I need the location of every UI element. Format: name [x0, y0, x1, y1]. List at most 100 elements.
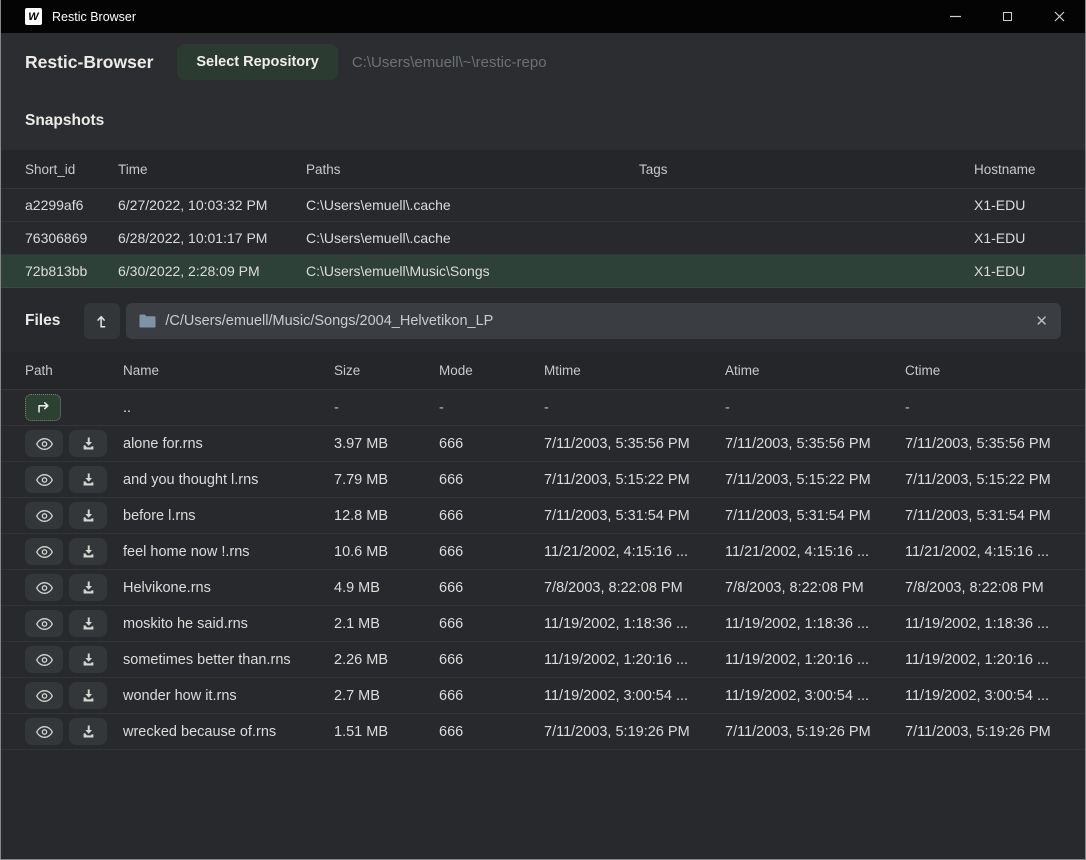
maximize-icon	[1003, 12, 1012, 21]
maximize-button[interactable]	[981, 0, 1033, 33]
files-toolbar: Files /C/Users/emuell/Music/Songs/2004_H…	[1, 302, 1085, 340]
snapshot-row[interactable]: a2299af66/27/2022, 10:03:32 PMC:\Users\e…	[1, 189, 1085, 222]
file-mtime: 11/21/2002, 4:15:16 ...	[544, 544, 725, 560]
close-button[interactable]	[1033, 0, 1085, 33]
clear-path-icon[interactable]: ✕	[1035, 314, 1048, 329]
download-icon	[81, 724, 96, 739]
page-title: Restic-Browser	[25, 52, 153, 73]
snapshot-paths: C:\Users\emuell\Music\Songs	[306, 263, 639, 279]
snapshot-time: 6/30/2022, 2:28:09 PM	[118, 263, 306, 279]
file-name: Helvikone.rns	[123, 580, 334, 596]
snapshot-time: 6/28/2022, 10:01:17 PM	[118, 230, 306, 246]
current-path-value: /C/Users/emuell/Music/Songs/2004_Helveti…	[165, 313, 493, 329]
eye-icon	[36, 545, 53, 559]
preview-button[interactable]	[25, 502, 63, 529]
snapshot-short-id: 72b813bb	[25, 263, 118, 279]
file-atime: 7/11/2003, 5:31:54 PM	[725, 508, 905, 524]
file-row[interactable]: feel home now !.rns 10.6 MB 666 11/21/20…	[1, 534, 1085, 570]
snapshot-short-id: a2299af6	[25, 197, 118, 213]
titlebar: W Restic Browser	[1, 0, 1085, 33]
file-mode: 666	[439, 544, 544, 560]
preview-button[interactable]	[25, 466, 63, 493]
files-title: Files	[25, 312, 60, 330]
file-row[interactable]: sometimes better than.rns 2.26 MB 666 11…	[1, 642, 1085, 678]
preview-button[interactable]	[25, 538, 63, 565]
restore-button[interactable]	[69, 682, 107, 709]
file-name: and you thought l.rns	[123, 472, 334, 488]
column-name: Name	[123, 363, 334, 378]
file-mtime: 11/19/2002, 1:18:36 ...	[544, 616, 725, 632]
file-mode: -	[439, 400, 544, 416]
repository-path[interactable]: C:\Users\emuell\~\restic-repo	[352, 54, 547, 71]
eye-icon	[36, 617, 53, 631]
preview-button[interactable]	[25, 718, 63, 745]
folder-icon	[139, 314, 156, 328]
file-name: sometimes better than.rns	[123, 652, 334, 668]
file-mode: 666	[439, 616, 544, 632]
restore-button[interactable]	[69, 610, 107, 637]
restore-button[interactable]	[69, 718, 107, 745]
file-size: 2.26 MB	[334, 652, 439, 668]
preview-button[interactable]	[25, 574, 63, 601]
file-name: wonder how it.rns	[123, 688, 334, 704]
app-header: Restic-Browser Select Repository C:\User…	[1, 33, 1085, 91]
download-icon	[81, 436, 96, 451]
restore-button[interactable]	[69, 538, 107, 565]
parent-directory-row[interactable]: .. - - - - -	[1, 390, 1085, 426]
download-icon	[81, 580, 96, 595]
column-path: Path	[25, 363, 123, 378]
file-row[interactable]: Helvikone.rns 4.9 MB 666 7/8/2003, 8:22:…	[1, 570, 1085, 606]
file-row[interactable]: wrecked because of.rns 1.51 MB 666 7/11/…	[1, 714, 1085, 750]
go-to-root-button[interactable]	[84, 303, 120, 339]
restore-button[interactable]	[69, 502, 107, 529]
minimize-button[interactable]	[929, 0, 981, 33]
restore-button[interactable]	[69, 466, 107, 493]
file-atime: -	[725, 400, 905, 416]
snapshot-row[interactable]: 763068696/28/2022, 10:01:17 PMC:\Users\e…	[1, 222, 1085, 255]
snapshot-hostname: X1-EDU	[974, 230, 1061, 246]
snapshot-hostname: X1-EDU	[974, 263, 1061, 279]
wails-logo-icon: W	[25, 8, 42, 25]
snapshot-time: 6/27/2022, 10:03:32 PM	[118, 197, 306, 213]
preview-button[interactable]	[25, 430, 63, 457]
file-ctime: 11/19/2002, 3:00:54 ...	[905, 688, 1061, 704]
snapshot-paths: C:\Users\emuell\.cache	[306, 197, 639, 213]
parent-dir-arrow-icon	[35, 400, 51, 415]
file-size: 10.6 MB	[334, 544, 439, 560]
file-ctime: 11/21/2002, 4:15:16 ...	[905, 544, 1061, 560]
preview-button[interactable]	[25, 610, 63, 637]
restore-button[interactable]	[69, 646, 107, 673]
column-time: Time	[118, 162, 306, 177]
file-row[interactable]: alone for.rns 3.97 MB 666 7/11/2003, 5:3…	[1, 426, 1085, 462]
file-size: 7.79 MB	[334, 472, 439, 488]
go-parent-button[interactable]	[25, 394, 61, 421]
column-tags: Tags	[639, 162, 974, 177]
minimize-icon	[950, 11, 961, 22]
restore-button[interactable]	[69, 430, 107, 457]
file-row[interactable]: and you thought l.rns 7.79 MB 666 7/11/2…	[1, 462, 1085, 498]
file-name: feel home now !.rns	[123, 544, 334, 560]
preview-button[interactable]	[25, 682, 63, 709]
file-ctime: 11/19/2002, 1:18:36 ...	[905, 616, 1061, 632]
current-path-bar[interactable]: /C/Users/emuell/Music/Songs/2004_Helveti…	[126, 303, 1061, 339]
snapshot-short-id: 76306869	[25, 230, 118, 246]
preview-button[interactable]	[25, 646, 63, 673]
select-repository-button[interactable]: Select Repository	[177, 44, 338, 81]
file-mtime: 7/11/2003, 5:19:26 PM	[544, 724, 725, 740]
file-mtime: 7/11/2003, 5:35:56 PM	[544, 436, 725, 452]
file-row[interactable]: wonder how it.rns 2.7 MB 666 11/19/2002,…	[1, 678, 1085, 714]
file-atime: 11/19/2002, 1:18:36 ...	[725, 616, 905, 632]
file-size: -	[334, 400, 439, 416]
column-paths: Paths	[306, 162, 639, 177]
snapshot-row[interactable]: 72b813bb6/30/2022, 2:28:09 PMC:\Users\em…	[1, 255, 1085, 288]
file-row[interactable]: moskito he said.rns 2.1 MB 666 11/19/200…	[1, 606, 1085, 642]
files-table-header: Path Name Size Mode Mtime Atime Ctime	[1, 352, 1085, 390]
file-row[interactable]: before l.rns 12.8 MB 666 7/11/2003, 5:31…	[1, 498, 1085, 534]
file-mode: 666	[439, 688, 544, 704]
snapshots-section-header: Snapshots	[1, 91, 1085, 150]
file-size: 3.97 MB	[334, 436, 439, 452]
file-name: ..	[123, 400, 334, 416]
file-atime: 7/11/2003, 5:35:56 PM	[725, 436, 905, 452]
window-title: Restic Browser	[52, 10, 136, 24]
restore-button[interactable]	[69, 574, 107, 601]
